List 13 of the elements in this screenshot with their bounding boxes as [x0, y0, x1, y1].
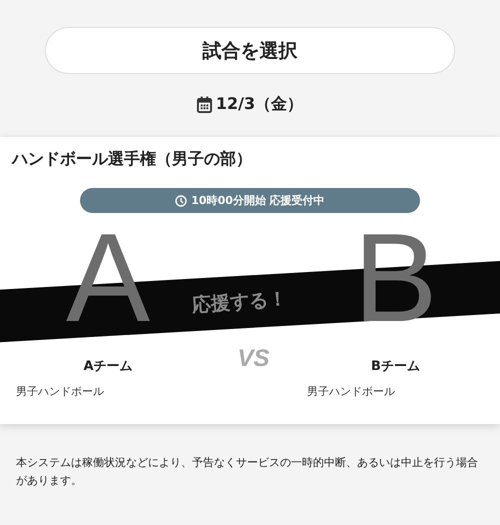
calendar-icon	[196, 96, 212, 113]
team-name: Bチーム	[371, 358, 420, 375]
notice-text: 本システムは稼働状況などにより、予告なくサービスの一時的中断、あるいは中止を行う場合があります。	[16, 455, 479, 489]
status-text: 10時00分開始 応援受付中	[191, 193, 325, 208]
match-date: 12/3（金）	[216, 94, 304, 115]
clock-icon	[175, 194, 188, 206]
versus-label: VS	[237, 345, 270, 373]
team-category: 男子ハンドボール	[16, 384, 105, 399]
team-category: 男子ハンドボール	[307, 384, 396, 399]
select-match-button[interactable]: 試合を選択	[45, 27, 455, 74]
team-name: Aチーム	[83, 358, 133, 375]
match-title: ハンドボール選手権（男子の部）	[10, 148, 253, 170]
cheer-button[interactable]: 応援する！	[191, 286, 288, 318]
